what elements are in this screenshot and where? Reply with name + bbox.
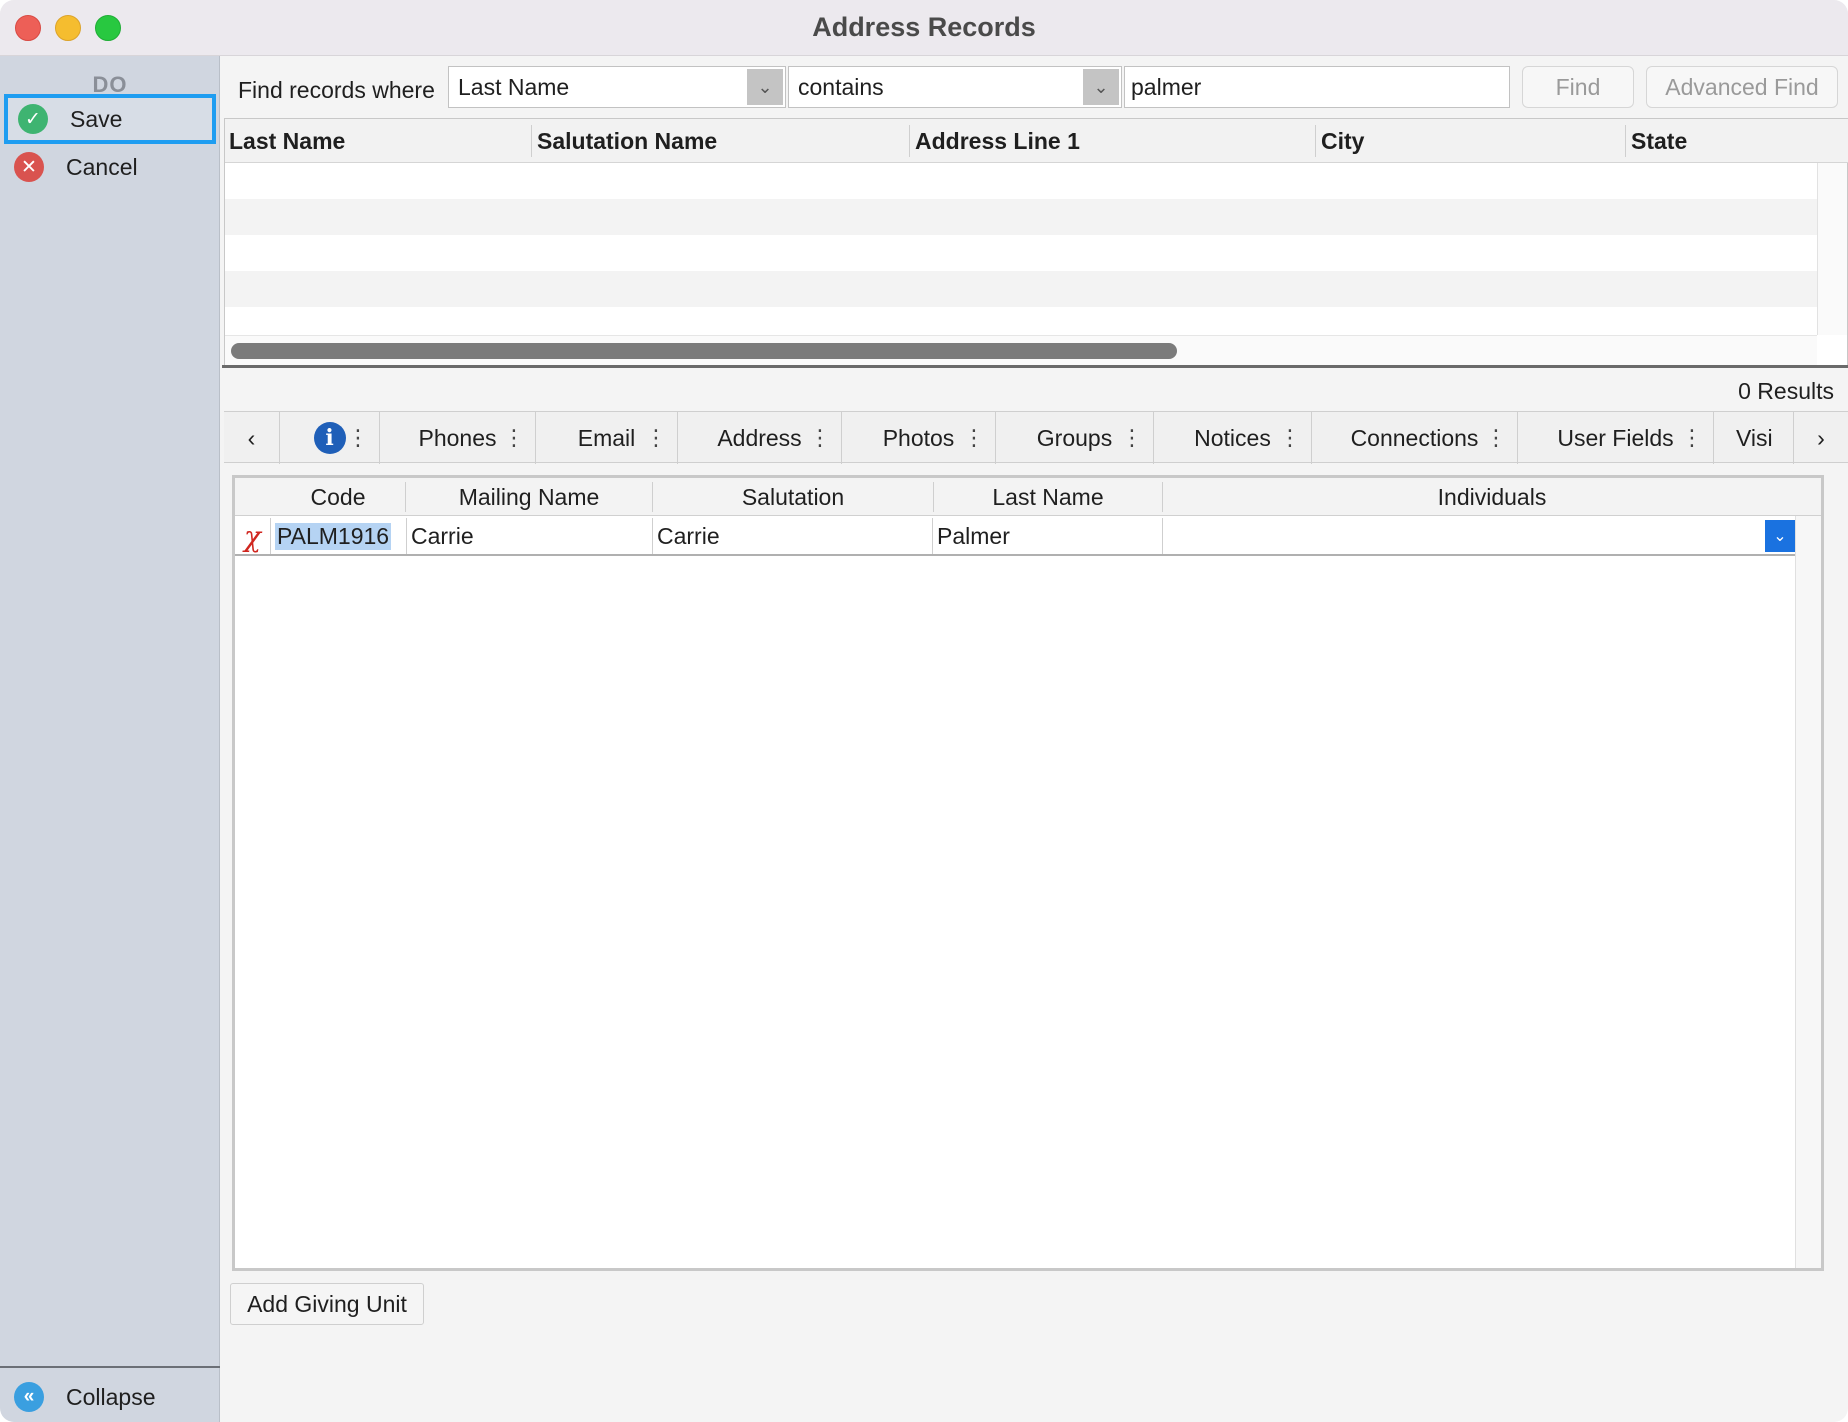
find-button[interactable]: Find <box>1522 66 1634 108</box>
column-header-mailing-name[interactable]: Mailing Name <box>406 484 652 511</box>
check-icon: ✓ <box>18 104 48 134</box>
mailing-name-cell[interactable]: Carrie <box>407 518 653 554</box>
tab-menu-icon[interactable]: ⋮ <box>1279 425 1301 451</box>
results-table: Last Name Salutation Name Address Line 1… <box>224 118 1848 366</box>
cancel-button[interactable]: ✕ Cancel <box>4 142 216 192</box>
save-label: Save <box>70 105 123 132</box>
field-select-value: Last Name <box>458 73 570 100</box>
delete-x-icon: χ <box>244 519 261 553</box>
table-row[interactable] <box>225 199 1817 235</box>
column-header-address-line-1[interactable]: Address Line 1 <box>915 128 1080 155</box>
tab-email[interactable]: Email ⋮ <box>536 412 678 464</box>
column-header-city[interactable]: City <box>1321 128 1364 155</box>
code-value: PALM1916 <box>275 522 392 550</box>
find-label: Find records where <box>238 77 435 103</box>
chevron-down-icon[interactable]: ⌄ <box>747 69 783 105</box>
tab-menu-icon[interactable]: ⋮ <box>503 425 525 451</box>
table-row[interactable] <box>225 235 1817 271</box>
tab-address[interactable]: Address ⋮ <box>678 412 842 464</box>
column-header-last-name[interactable]: Last Name <box>934 484 1162 511</box>
tab-label: User Fields <box>1557 424 1674 451</box>
chevron-left-icon: ‹ <box>247 424 256 451</box>
action-sidebar: DO ✓ Save ✕ Cancel « Collapse <box>0 56 220 1422</box>
advanced-find-button[interactable]: Advanced Find <box>1646 66 1838 108</box>
collapse-label: Collapse <box>66 1383 156 1410</box>
chevron-down-icon[interactable]: ⌄ <box>1083 69 1119 105</box>
tab-label: Connections <box>1350 424 1479 451</box>
column-divider[interactable] <box>1625 125 1626 157</box>
tab-menu-icon[interactable]: ⋮ <box>347 425 369 451</box>
tab-menu-icon[interactable]: ⋮ <box>645 425 667 451</box>
tab-label: Phones <box>418 424 497 451</box>
info-icon: i <box>313 422 346 454</box>
sidebar-divider <box>0 1366 220 1368</box>
column-header-salutation[interactable]: Salutation <box>653 484 933 511</box>
double-chevron-left-icon: « <box>14 1382 44 1412</box>
giving-units-grid: Code Mailing Name Salutation Last Name I… <box>232 475 1824 1271</box>
tab-menu-icon[interactable]: ⋮ <box>1121 425 1143 451</box>
close-icon: ✕ <box>14 152 44 182</box>
results-count: 0 Results <box>1738 378 1834 404</box>
column-divider[interactable] <box>531 125 532 157</box>
horizontal-scrollbar-thumb[interactable] <box>231 343 1177 359</box>
column-divider[interactable] <box>1315 125 1316 157</box>
column-header-individuals[interactable]: Individuals <box>1163 484 1821 511</box>
tab-label: Visi <box>1736 424 1773 451</box>
field-select[interactable]: Last Name ⌄ <box>448 66 786 108</box>
tab-label: Email <box>577 424 636 451</box>
salutation-cell[interactable]: Carrie <box>653 518 933 554</box>
chevron-down-icon[interactable]: ⌄ <box>1765 520 1795 552</box>
tab-scroll-right-button[interactable]: › <box>1794 412 1848 464</box>
operator-select-value: contains <box>798 73 884 100</box>
tab-label: Groups <box>1036 424 1113 451</box>
vertical-scrollbar[interactable] <box>1817 163 1847 335</box>
column-header-state[interactable]: State <box>1631 128 1687 155</box>
tab-menu-icon[interactable]: ⋮ <box>963 425 985 451</box>
code-cell[interactable]: PALM1916 <box>271 518 407 554</box>
search-input[interactable] <box>1124 66 1510 108</box>
title-bar: Address Records <box>0 0 1848 56</box>
tab-phones[interactable]: Phones ⋮ <box>380 412 536 464</box>
collapse-button[interactable]: « Collapse <box>4 1372 216 1422</box>
tab-connections[interactable]: Connections ⋮ <box>1312 412 1518 464</box>
address-records-window: Address Records DO ✓ Save ✕ Cancel « Col… <box>0 0 1848 1422</box>
tab-label: Photos <box>882 424 955 451</box>
tab-menu-icon[interactable]: ⋮ <box>1681 425 1703 451</box>
column-divider[interactable] <box>909 125 910 157</box>
tab-label: Notices <box>1194 424 1271 451</box>
chevron-right-icon: › <box>1817 424 1825 451</box>
tab-notices[interactable]: Notices ⋮ <box>1154 412 1312 464</box>
giving-units-header: Code Mailing Name Salutation Last Name I… <box>235 478 1821 516</box>
tab-menu-icon[interactable]: ⋮ <box>1485 425 1507 451</box>
tab-label: Address <box>717 424 802 451</box>
tab-user-fields[interactable]: User Fields ⋮ <box>1518 412 1714 464</box>
table-row[interactable]: χ PALM1916 Carrie Carrie Palmer ⌄ <box>235 518 1795 556</box>
table-row[interactable] <box>225 271 1817 307</box>
add-giving-unit-button[interactable]: Add Giving Unit <box>230 1283 424 1325</box>
operator-select[interactable]: contains ⌄ <box>788 66 1122 108</box>
save-button[interactable]: ✓ Save <box>4 94 216 144</box>
vertical-scrollbar[interactable] <box>1795 516 1821 1268</box>
tab-visits[interactable]: Visi <box>1714 412 1794 464</box>
last-name-cell[interactable]: Palmer <box>933 518 1163 554</box>
results-header: Last Name Salutation Name Address Line 1… <box>225 119 1848 163</box>
column-header-code[interactable]: Code <box>271 484 405 511</box>
tab-scroll-left-button[interactable]: ‹ <box>224 412 280 464</box>
tab-info[interactable]: i ⋮ <box>280 412 380 464</box>
horizontal-scrollbar[interactable] <box>225 335 1817 365</box>
individuals-cell[interactable]: ⌄ <box>1163 518 1795 554</box>
window-title: Address Records <box>812 12 1036 42</box>
cancel-label: Cancel <box>66 153 138 180</box>
tab-menu-icon[interactable]: ⋮ <box>809 425 831 451</box>
table-row[interactable] <box>225 307 1817 335</box>
column-header-last-name[interactable]: Last Name <box>229 128 345 155</box>
delete-row-button[interactable]: χ <box>235 518 271 554</box>
column-header-salutation-name[interactable]: Salutation Name <box>537 128 717 155</box>
tab-bar: ‹ i ⋮ Phones ⋮ Email ⋮ Address ⋮ Photos ⋮ Gr… <box>224 411 1848 464</box>
splitter-handle[interactable] <box>222 365 1848 368</box>
table-row[interactable] <box>225 163 1817 199</box>
tab-photos[interactable]: Photos ⋮ <box>842 412 996 464</box>
tab-groups[interactable]: Groups ⋮ <box>996 412 1154 464</box>
